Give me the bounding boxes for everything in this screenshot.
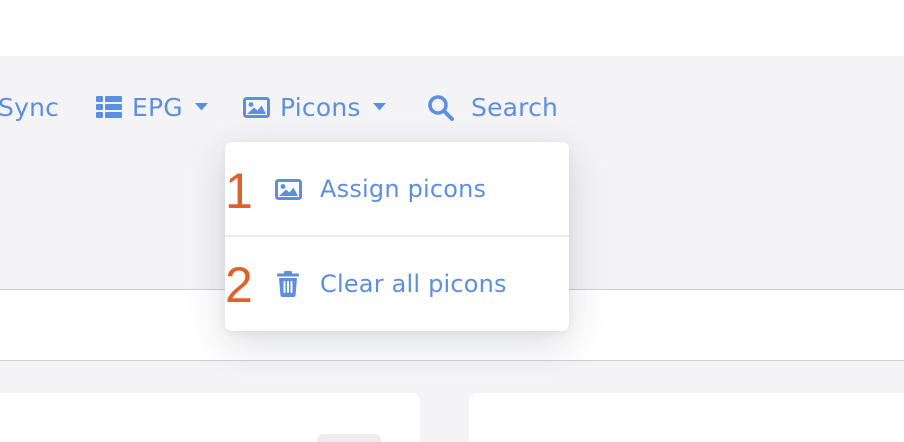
nav-picons-label: Picons (280, 92, 361, 122)
search-icon (427, 94, 454, 121)
trash-icon (277, 237, 299, 331)
page: Sync EPG Picons Search 1 Assign picons 2… (0, 0, 904, 442)
nav-epg-label: EPG (132, 92, 183, 122)
picons-dropdown-menu: 1 Assign picons 2 Clear all picons (225, 142, 569, 331)
menu-item-assign-picons[interactable]: 1 Assign picons (225, 142, 569, 236)
nav-search[interactable]: Search (427, 80, 558, 134)
annotation-number: 1 (225, 163, 253, 219)
annotation-number: 2 (225, 257, 253, 313)
nav-picons[interactable]: Picons (243, 80, 386, 134)
chevron-down-icon (372, 103, 386, 111)
menu-item-label: Clear all picons (320, 270, 507, 298)
card-chip (317, 434, 381, 442)
menu-item-label: Assign picons (320, 175, 487, 203)
menu-item-clear-all-picons[interactable]: 2 Clear all picons (225, 237, 569, 331)
nav-epg[interactable]: EPG (96, 80, 208, 134)
image-icon (243, 96, 270, 118)
top-navbar: Sync EPG Picons Search (0, 80, 904, 134)
content-card-right (469, 393, 904, 442)
nav-sync-label: Sync (0, 92, 60, 122)
nav-sync[interactable]: Sync (0, 80, 59, 134)
chevron-down-icon (194, 103, 208, 111)
list-icon (96, 96, 122, 118)
nav-search-label: Search (471, 92, 559, 122)
image-icon (275, 142, 302, 236)
top-blank-area (0, 0, 904, 56)
